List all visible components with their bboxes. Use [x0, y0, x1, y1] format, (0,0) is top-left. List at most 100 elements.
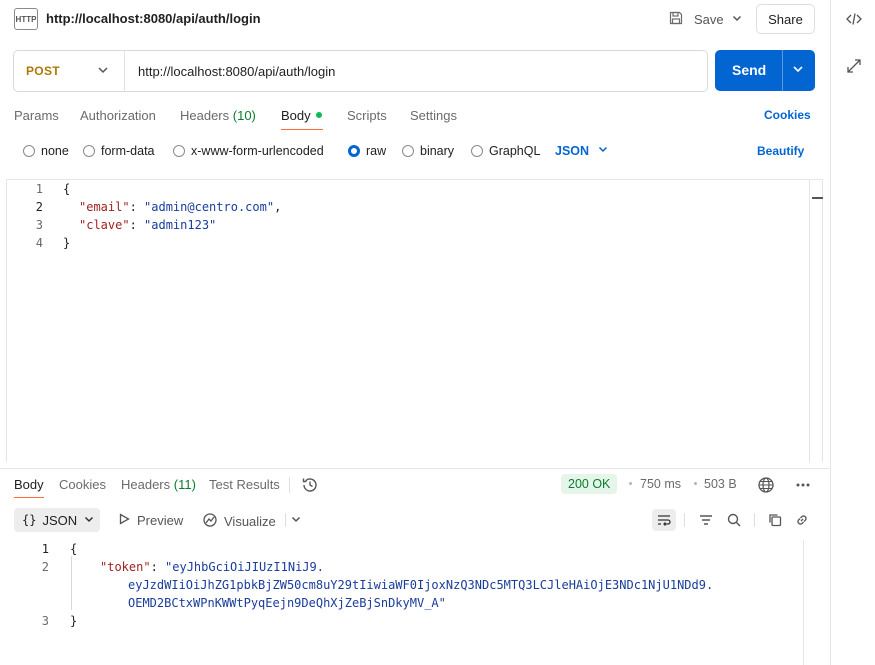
separator-dot [629, 482, 632, 485]
scrollbar-thumb[interactable] [812, 197, 823, 199]
visualize-button[interactable]: Visualize [202, 512, 276, 531]
radio-circle [173, 145, 185, 157]
divider [285, 513, 286, 527]
preview-button[interactable]: Preview [117, 512, 183, 529]
radio-none[interactable]: none [23, 144, 69, 158]
editor-scrollbar[interactable] [809, 180, 823, 463]
search-icon[interactable] [722, 509, 746, 531]
response-scrollbar[interactable] [803, 540, 816, 665]
radio-graphql[interactable]: GraphQL [471, 144, 540, 158]
send-divider [782, 50, 783, 91]
play-icon [117, 512, 131, 529]
response-tab-headers[interactable]: Headers (11) [121, 477, 196, 492]
tab-scripts[interactable]: Scripts [347, 108, 387, 123]
history-icon[interactable] [301, 476, 319, 497]
code-line-wrapped: OEMD2BCtxWPnKWWtPyqEejn9DeQhXjZeBjSnDkyM… [128, 596, 446, 610]
tab-label: Params [14, 108, 59, 123]
active-tab-indicator [281, 129, 323, 130]
radio-binary[interactable]: binary [402, 144, 454, 158]
response-tab-test-results[interactable]: Test Results [209, 477, 280, 492]
send-button[interactable]: Send [715, 50, 815, 91]
response-time[interactable]: 750 ms [640, 477, 681, 491]
tab-label: Settings [410, 108, 457, 123]
tab-params[interactable]: Params [14, 108, 59, 123]
beautify-button[interactable]: Beautify [757, 144, 804, 158]
http-icon: HTTP [14, 8, 38, 30]
response-body-viewer[interactable]: 1 2 3 { "token": "eyJhbGciOiJIUzI1NiJ9. … [0, 538, 816, 665]
json-string: "admin@centro.com" [144, 200, 275, 214]
tab-body[interactable]: Body [281, 108, 322, 123]
save-icon [668, 10, 688, 29]
url-bar: POST http://localhost:8080/api/auth/logi… [13, 50, 708, 92]
line-number: 2 [35, 200, 43, 214]
radio-circle [402, 145, 414, 157]
radio-circle-selected [348, 145, 360, 157]
filter-icon[interactable] [694, 509, 718, 531]
right-sidebar [830, 0, 875, 665]
response-tab-cookies[interactable]: Cookies [59, 477, 106, 492]
code-line: } [70, 614, 78, 628]
braces-icon: {} [22, 513, 37, 527]
radio-raw[interactable]: raw [348, 144, 386, 158]
copy-icon[interactable] [763, 509, 787, 531]
indent-guide [71, 556, 72, 610]
response-format-select[interactable]: {} JSON [14, 508, 100, 532]
cookies-link[interactable]: Cookies [764, 108, 811, 122]
radio-x-www-form-urlencoded[interactable]: x-www-form-urlencoded [173, 144, 324, 158]
request-body-editor[interactable]: 1 2 3 4 { "email": "admin@centro.com", "… [6, 179, 823, 463]
radio-label: GraphQL [489, 144, 541, 158]
code-icon[interactable] [843, 8, 865, 30]
tab-label: Body [281, 108, 311, 123]
tab-authorization[interactable]: Authorization [80, 108, 156, 123]
json-key: "email" [79, 200, 130, 214]
visualize-icon [202, 512, 218, 531]
response-toolbar: {} JSON Preview Visualize [0, 506, 830, 536]
response-size[interactable]: 503 B [704, 477, 737, 491]
json-key: "token" [100, 560, 151, 574]
related-collections-icon[interactable] [843, 55, 865, 77]
line-number: 3 [41, 614, 49, 628]
json-string: "admin123" [144, 218, 217, 232]
body-language-label: JSON [555, 143, 590, 158]
more-horizontal-icon[interactable] [794, 476, 812, 497]
send-label: Send [732, 62, 767, 78]
send-options-chevron-down-icon[interactable] [791, 62, 805, 79]
save-button[interactable]: Save [664, 5, 752, 33]
request-title[interactable]: http://localhost:8080/api/auth/login [46, 11, 261, 26]
url-input[interactable]: http://localhost:8080/api/auth/login [138, 64, 335, 79]
wrap-lines-icon[interactable] [652, 509, 676, 531]
request-tabs: Params Authorization Headers (10) Body S… [0, 100, 830, 132]
link-icon[interactable] [790, 509, 814, 531]
body-language-select[interactable]: JSON [555, 143, 609, 158]
save-options-chevron-down-icon[interactable] [730, 11, 744, 28]
globe-icon[interactable] [757, 476, 775, 497]
code-line: "email": "admin@centro.com", [79, 200, 282, 214]
radio-form-data[interactable]: form-data [83, 144, 155, 158]
headers-count: (11) [173, 477, 196, 492]
response-tab-body[interactable]: Body [14, 477, 44, 492]
active-tab-indicator [14, 497, 44, 498]
line-number: 1 [35, 182, 43, 196]
tab-headers[interactable]: Headers (10) [180, 108, 256, 123]
response-header: Body Cookies Headers (11) Test Results 2… [0, 468, 830, 500]
radio-label: raw [366, 144, 387, 158]
radio-label: binary [420, 144, 455, 158]
line-number: 2 [41, 560, 49, 574]
json-string: "eyJhbGciOiJIUzI1NiJ9. [165, 560, 324, 574]
share-button[interactable]: Share [756, 4, 815, 34]
separator-dot [694, 482, 697, 485]
divider [289, 477, 290, 493]
tab-settings[interactable]: Settings [410, 108, 457, 123]
status-badge[interactable]: 200 OK [561, 474, 618, 494]
tab-label: Headers [121, 477, 171, 492]
radio-label: form-data [101, 144, 155, 158]
radio-circle [23, 145, 35, 157]
tab-label: Headers [180, 108, 230, 123]
radio-label: none [41, 144, 69, 158]
request-title-bar: HTTP http://localhost:8080/api/auth/logi… [0, 0, 830, 38]
preview-label: Preview [137, 513, 184, 528]
visualize-label: Visualize [224, 514, 276, 529]
visualize-options-chevron-down-icon[interactable] [290, 513, 302, 525]
format-label: JSON [42, 512, 78, 528]
method-select[interactable]: POST [14, 51, 125, 91]
